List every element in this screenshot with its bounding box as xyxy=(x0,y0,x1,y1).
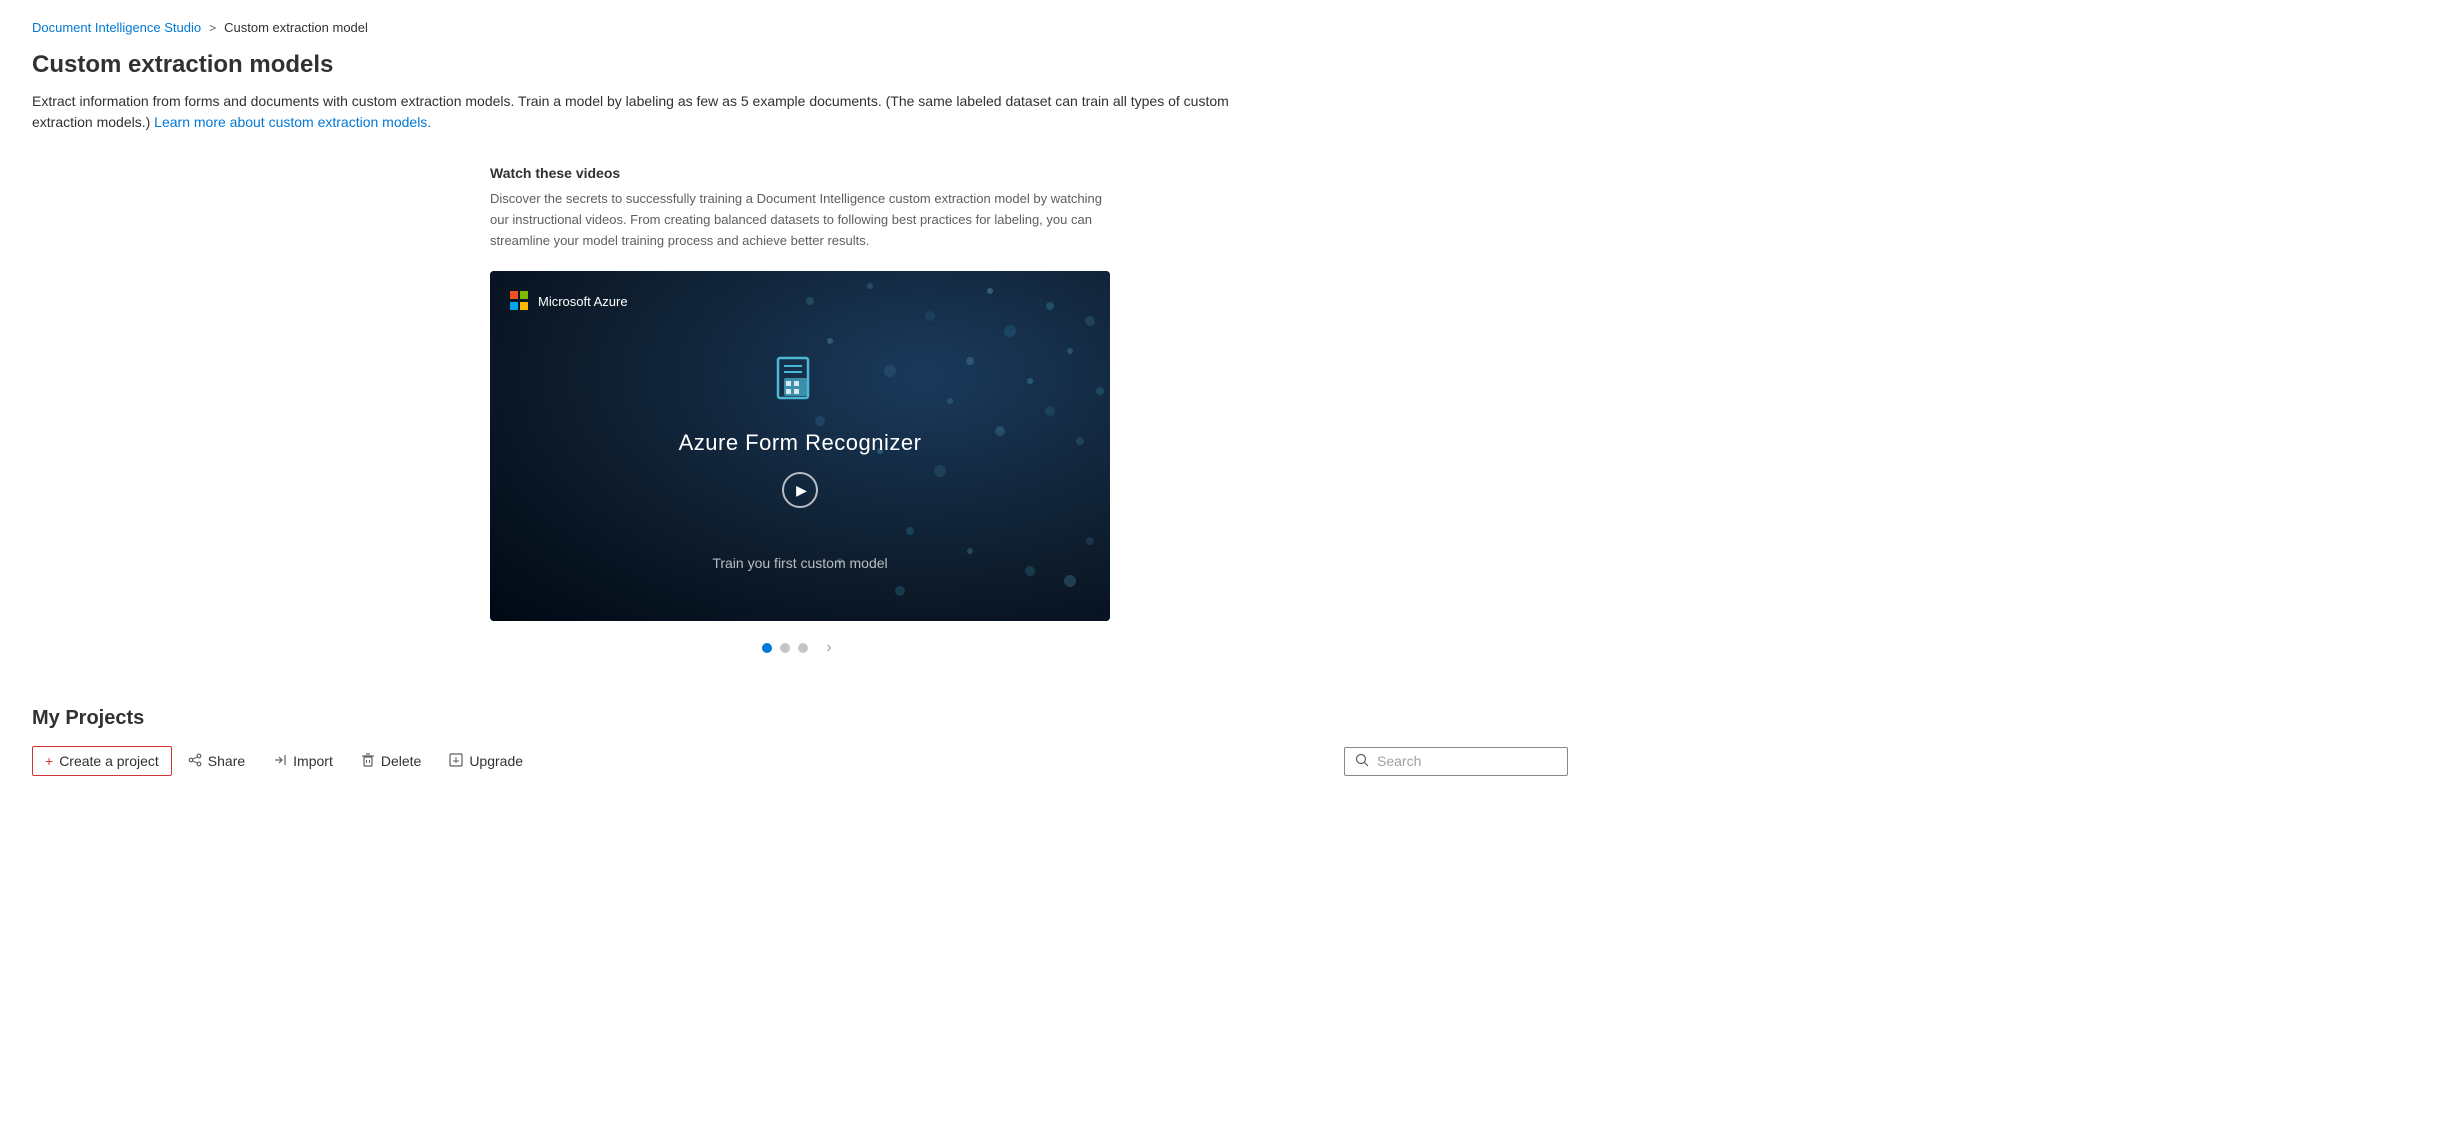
search-icon xyxy=(1355,753,1369,770)
video-info-text: Discover the secrets to successfully tra… xyxy=(490,189,1110,251)
upgrade-icon xyxy=(449,753,463,770)
projects-section: My Projects + Create a project xyxy=(32,707,1568,784)
azure-form-icon xyxy=(770,354,830,414)
play-icon: ▶ xyxy=(796,482,807,499)
video-info-title: Watch these videos xyxy=(490,165,1110,181)
carousel-controls: › xyxy=(762,637,837,659)
import-label: Import xyxy=(293,753,333,769)
breadcrumb-current: Custom extraction model xyxy=(224,20,368,35)
carousel-dot-2[interactable] xyxy=(780,643,790,653)
create-project-button[interactable]: + Create a project xyxy=(32,746,172,776)
breadcrumb-link[interactable]: Document Intelligence Studio xyxy=(32,20,201,35)
video-subtitle: Train you first custom model xyxy=(490,555,1110,571)
share-button[interactable]: Share xyxy=(176,747,257,776)
breadcrumb-separator: > xyxy=(209,21,216,35)
delete-label: Delete xyxy=(381,753,421,769)
plus-icon: + xyxy=(45,753,53,769)
carousel-next-button[interactable]: › xyxy=(820,637,837,659)
learn-more-link[interactable]: Learn more about custom extraction model… xyxy=(154,114,431,130)
page-description: Extract information from forms and docum… xyxy=(32,91,1232,133)
upgrade-label: Upgrade xyxy=(469,753,523,769)
video-section: Watch these videos Discover the secrets … xyxy=(32,165,1568,659)
carousel-dot-1[interactable] xyxy=(762,643,772,653)
play-button[interactable]: ▶ xyxy=(782,472,818,508)
breadcrumb: Document Intelligence Studio > Custom ex… xyxy=(32,20,1568,35)
toolbar-left: + Create a project Share xyxy=(32,746,535,776)
projects-title: My Projects xyxy=(32,707,1568,730)
search-input[interactable] xyxy=(1377,753,1557,769)
projects-toolbar: + Create a project Share xyxy=(32,746,1568,784)
upgrade-button[interactable]: Upgrade xyxy=(437,747,535,776)
import-button[interactable]: Import xyxy=(261,747,345,776)
video-player[interactable]: Microsoft Azure Azure xyxy=(490,271,1110,621)
delete-icon xyxy=(361,753,375,770)
carousel-dot-3[interactable] xyxy=(798,643,808,653)
video-center-items: Azure Form Recognizer ▶ xyxy=(679,354,922,508)
page-title: Custom extraction models xyxy=(32,51,1568,79)
import-icon xyxy=(273,753,287,770)
share-label: Share xyxy=(208,753,245,769)
create-project-label: Create a project xyxy=(59,753,159,769)
video-title: Azure Form Recognizer xyxy=(679,430,922,456)
video-info: Watch these videos Discover the secrets … xyxy=(490,165,1110,251)
share-icon xyxy=(188,753,202,770)
delete-button[interactable]: Delete xyxy=(349,747,433,776)
search-box[interactable] xyxy=(1344,747,1568,776)
